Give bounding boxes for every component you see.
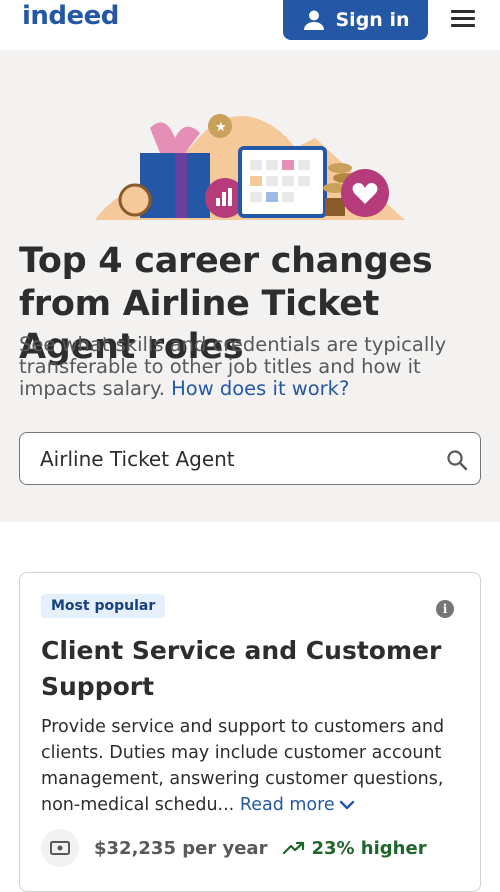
search-icon[interactable] <box>445 448 469 472</box>
most-popular-badge: Most popular <box>41 594 166 618</box>
salary-change: 23% higher <box>283 837 427 859</box>
career-card: Most popular i Client Service and Custom… <box>19 572 481 892</box>
chevron-down-icon <box>339 800 354 810</box>
read-more-link[interactable]: Read more <box>240 795 355 815</box>
menu-icon[interactable] <box>451 8 477 30</box>
money-icon <box>41 829 79 867</box>
career-title: Client Service and Customer Support <box>41 636 442 701</box>
trend-up-icon <box>283 841 305 855</box>
person-icon <box>303 10 324 30</box>
career-illustration: ★ <box>95 114 405 220</box>
search-input[interactable] <box>40 445 420 473</box>
how-it-works-link[interactable]: How does it work? <box>171 377 349 400</box>
salary-value: $32,235 per year <box>94 837 268 859</box>
salary-change-value: 23% higher <box>311 837 427 859</box>
indeed-logo[interactable]: indeed <box>22 1 119 31</box>
career-description: Provide service and support to customers… <box>41 714 466 818</box>
hero-section: ★ Top 4 career changes from Airline Tick… <box>0 50 500 522</box>
svg-text:★: ★ <box>215 120 227 135</box>
sign-in-button[interactable]: Sign in <box>283 0 428 40</box>
sign-in-label: Sign in <box>335 9 410 31</box>
salary-row: $32,235 per year 23% higher <box>41 829 461 867</box>
page-description: See what skills and credentials are typi… <box>19 334 489 400</box>
read-more-label: Read more <box>239 795 335 815</box>
job-title-search[interactable] <box>19 432 481 485</box>
info-icon[interactable]: i <box>436 600 454 618</box>
top-header: indeed Sign in <box>0 0 500 50</box>
